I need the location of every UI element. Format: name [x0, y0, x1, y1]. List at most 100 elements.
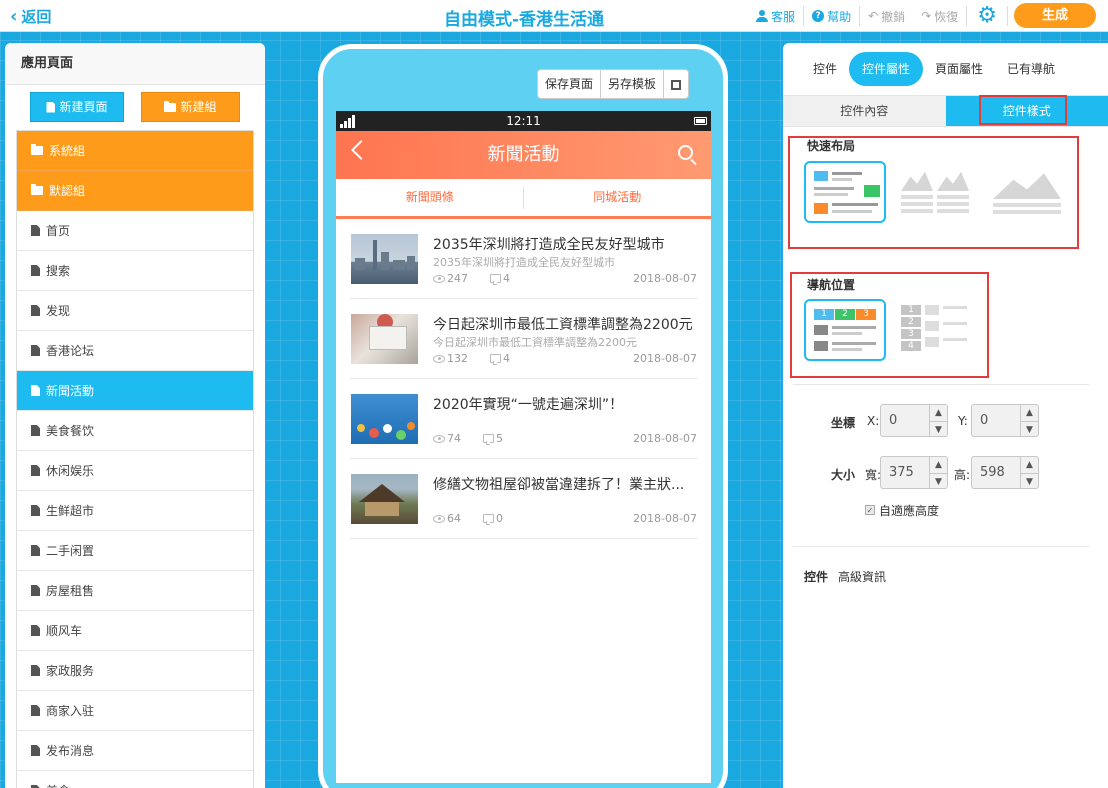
nav-title: 新聞活動 — [487, 144, 560, 165]
page-item[interactable]: 二手闲置 — [17, 531, 253, 571]
panel-title: 應用頁面 — [5, 43, 265, 85]
y-stepper[interactable]: 0 ▲ ▼ — [971, 404, 1039, 437]
tab-headlines[interactable]: 新聞頭條 — [336, 179, 524, 216]
save-page-button[interactable]: 保存頁面 — [538, 70, 602, 98]
tab-widgets[interactable]: 控件 — [800, 52, 849, 86]
page-item[interactable]: 休闲娱乐 — [17, 451, 253, 491]
news-item[interactable]: 修繕文物祖屋卻被當違建拆了！業主狀... 64 0 2018-08-07 — [350, 459, 697, 539]
group-default[interactable]: 默認組 — [17, 171, 253, 211]
chevron-down-icon[interactable]: ▼ — [1021, 422, 1038, 438]
x-input[interactable]: 0 — [881, 405, 929, 436]
advanced-info-link[interactable]: 高級資訊 — [838, 568, 886, 585]
new-page-button[interactable]: 新建頁面 — [30, 92, 124, 122]
document-icon — [31, 385, 40, 396]
page-item[interactable]: 家政服务 — [17, 651, 253, 691]
news-meta: 247 4 2018-08-07 — [433, 272, 697, 285]
page-item-label: 二手闲置 — [46, 543, 95, 558]
document-icon — [31, 265, 40, 276]
eye-icon — [433, 514, 445, 523]
news-thumbnail — [351, 474, 418, 524]
view-count: 247 — [447, 272, 468, 285]
page-item-label: 休闲娱乐 — [46, 463, 95, 478]
tab-page-properties[interactable]: 頁面屬性 — [923, 52, 995, 86]
y-input[interactable]: 0 — [972, 405, 1020, 436]
view-count: 74 — [447, 432, 461, 445]
page-item[interactable]: 生鲜超市 — [17, 491, 253, 531]
layout-option-list[interactable] — [804, 161, 886, 223]
x-stepper[interactable]: 0 ▲ ▼ — [880, 404, 948, 437]
width-stepper[interactable]: 375 ▲ ▼ — [880, 456, 948, 489]
page-item[interactable]: 房屋租售 — [17, 571, 253, 611]
nav-position-left[interactable]: 1 2 3 4 — [895, 299, 977, 361]
page-item-label: 美食 — [46, 771, 70, 788]
help-button[interactable]: ? 幫助 — [804, 8, 859, 25]
news-item[interactable]: 今日起深圳市最低工資標準調整為2200元 今日起深圳市最低工資標準調整為2200元… — [350, 299, 697, 379]
news-subtitle: 2035年深圳將打造成全民友好型城市 — [433, 256, 615, 269]
qr-code-button[interactable] — [664, 70, 688, 98]
document-icon — [31, 665, 40, 676]
nav-position-top[interactable]: 1 2 3 — [804, 299, 886, 361]
tab-local-events[interactable]: 同城活動 — [524, 179, 712, 216]
service-button[interactable]: 客服 — [748, 8, 803, 25]
document-icon — [46, 101, 56, 113]
page-item[interactable]: 新聞活動 — [17, 371, 253, 411]
news-title: 今日起深圳市最低工資標準調整為2200元 — [433, 317, 693, 333]
comment-count: 5 — [496, 432, 503, 445]
tab-widget-properties[interactable]: 控件屬性 — [849, 52, 924, 86]
app-pages-panel: 應用頁面 新建頁面 新建組 系統組 默認組 首页 搜索 发现 香港论坛 新聞活動美食餐饮… — [5, 43, 265, 788]
news-thumbnail — [351, 234, 418, 284]
auto-height-checkbox[interactable]: ✓ — [865, 505, 875, 515]
height-stepper[interactable]: 598 ▲ ▼ — [971, 456, 1039, 489]
redo-button[interactable]: ↷ 恢復 — [913, 8, 966, 25]
page-item-label: 美食餐饮 — [46, 423, 95, 438]
news-title: 2020年實現“一號走遍深圳”！ — [433, 397, 624, 413]
generate-button[interactable]: 生成 — [1014, 3, 1096, 28]
tab-widget-content[interactable]: 控件內容 — [783, 96, 946, 126]
size-label: 大小 — [831, 468, 856, 482]
news-subtitle: 今日起深圳市最低工資標準調整為2200元 — [433, 336, 637, 349]
height-input[interactable]: 598 — [972, 457, 1020, 488]
new-group-button[interactable]: 新建組 — [141, 92, 240, 122]
group-system[interactable]: 系統組 — [17, 131, 253, 171]
news-date: 2018-08-07 — [633, 512, 697, 525]
page-item-label: 商家入驻 — [46, 703, 95, 718]
page-item[interactable]: 美食餐饮 — [17, 411, 253, 451]
tab-existing-nav[interactable]: 已有導航 — [995, 52, 1067, 86]
chevron-up-icon[interactable]: ▲ — [930, 405, 947, 422]
page-item[interactable]: 发布消息 — [17, 731, 253, 771]
separator — [1007, 6, 1008, 26]
page-item[interactable]: 美食 — [17, 771, 253, 788]
status-time: 12:11 — [506, 114, 541, 128]
page-item[interactable]: 顺风车 — [17, 611, 253, 651]
news-item[interactable]: 2020年實現“一號走遍深圳”！ 74 5 2018-08-07 — [350, 379, 697, 459]
undo-button[interactable]: ↶ 撤銷 — [860, 8, 913, 25]
news-list: 2035年深圳將打造成全民友好型城市 2035年深圳將打造成全民友好型城市 247 4… — [336, 219, 711, 539]
page-item[interactable]: 商家入驻 — [17, 691, 253, 731]
page-item[interactable]: 香港论坛 — [17, 331, 253, 371]
x-label: X: — [867, 414, 880, 428]
service-label: 客服 — [771, 9, 796, 24]
undo-icon: ↶ — [868, 9, 879, 23]
chevron-down-icon[interactable]: ▼ — [930, 422, 947, 438]
news-title: 修繕文物祖屋卻被當違建拆了！業主狀... — [433, 477, 685, 493]
width-input[interactable]: 375 — [881, 457, 929, 488]
document-icon — [31, 545, 40, 556]
chevron-down-icon[interactable]: ▼ — [930, 474, 947, 490]
layout-option-grid[interactable] — [895, 161, 977, 223]
phone-screen: 12:11 新聞活動 新聞頭條 同城活動 2035年深圳將打造成全民友好型城市 2… — [336, 111, 711, 783]
width-label: 寬: — [865, 468, 882, 482]
search-icon[interactable] — [678, 145, 693, 160]
page-item[interactable]: 首页 — [17, 211, 253, 251]
layout-option-large[interactable] — [987, 161, 1069, 223]
properties-panel: 控件控件屬性頁面屬性已有導航 控件內容 控件樣式 快速布局 導航位置 1 — [783, 43, 1108, 788]
gear-icon[interactable]: ⚙ — [967, 4, 1007, 28]
save-template-button[interactable]: 另存模板 — [601, 70, 665, 98]
top-actions: 客服 ? 幫助 ↶ 撤銷 ↷ 恢復 ⚙ — [748, 4, 1008, 28]
chevron-up-icon[interactable]: ▲ — [1021, 405, 1038, 422]
chevron-up-icon[interactable]: ▲ — [1021, 457, 1038, 474]
news-item[interactable]: 2035年深圳將打造成全民友好型城市 2035年深圳將打造成全民友好型城市 247 4… — [350, 219, 697, 299]
chevron-down-icon[interactable]: ▼ — [1021, 474, 1038, 490]
chevron-up-icon[interactable]: ▲ — [930, 457, 947, 474]
page-item[interactable]: 发现 — [17, 291, 253, 331]
page-item[interactable]: 搜索 — [17, 251, 253, 291]
